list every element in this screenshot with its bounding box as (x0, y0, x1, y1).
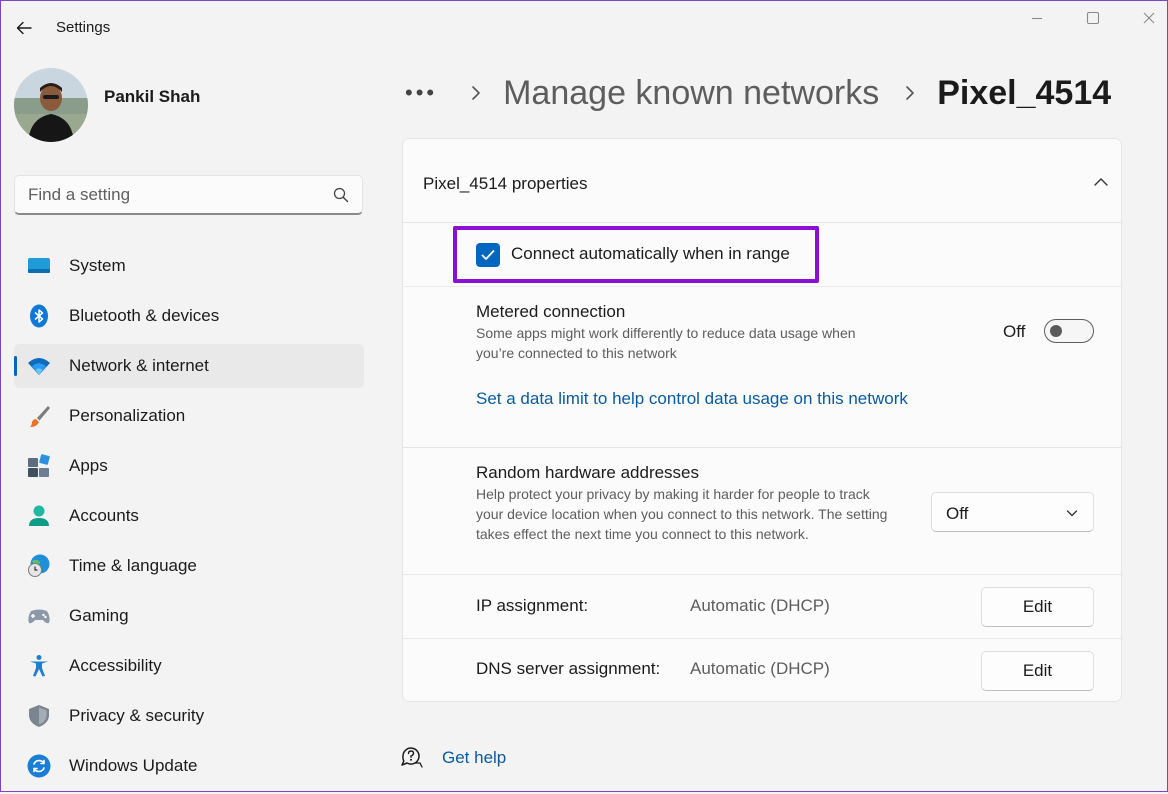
chevron-right-icon (467, 81, 485, 105)
sidebar-item-time-language[interactable]: Time & language (14, 544, 364, 588)
sidebar-nav: System Bluetooth & devices Network & int… (14, 244, 364, 794)
sidebar-item-gaming[interactable]: Gaming (14, 594, 364, 638)
random-hardware-addresses-dropdown[interactable]: Off (931, 492, 1094, 532)
sidebar-item-personalization[interactable]: Personalization (14, 394, 364, 438)
sidebar-item-label: Privacy & security (69, 706, 205, 725)
connect-automatically-checkbox[interactable] (476, 243, 500, 267)
dns-assignment-value: Automatic (DHCP) (690, 659, 830, 678)
dns-assignment-label: DNS server assignment: (476, 659, 661, 678)
get-help-link[interactable]: Get help (442, 748, 506, 768)
back-arrow-icon (16, 21, 32, 35)
sidebar-item-label: Bluetooth & devices (69, 306, 220, 325)
connect-automatically-label[interactable]: Connect automatically when in range (511, 244, 790, 264)
minimize-button[interactable] (1025, 7, 1049, 29)
app-title: Settings (56, 19, 111, 36)
ip-assignment-label: IP assignment: (476, 596, 589, 615)
accessibility-icon (30, 655, 48, 677)
apps-icon (28, 454, 50, 477)
avatar[interactable] (14, 68, 88, 142)
properties-title: Pixel_4514 properties (423, 174, 588, 193)
search-input[interactable] (15, 176, 315, 214)
metered-connection-description: Some apps might work differently to redu… (476, 325, 856, 361)
sidebar-item-label: Accessibility (69, 656, 162, 675)
page-title: Pixel_4514 (937, 73, 1112, 112)
metered-connection-toggle[interactable] (1044, 319, 1094, 343)
monitor-icon (28, 258, 50, 273)
person-icon (29, 505, 49, 526)
chevron-up-icon (1094, 178, 1108, 186)
sidebar-item-label: Apps (69, 456, 108, 475)
sidebar-item-label: Network & internet (69, 356, 209, 375)
close-icon (1143, 12, 1155, 24)
divider (403, 286, 1121, 287)
sidebar-item-privacy-security[interactable]: Privacy & security (14, 694, 364, 738)
search-box[interactable] (14, 175, 363, 215)
wifi-icon (28, 358, 50, 375)
random-hardware-addresses-title: Random hardware addresses (476, 463, 700, 482)
sidebar-item-windows-update[interactable]: Windows Update (14, 744, 364, 788)
metered-connection-title: Metered connection (476, 302, 626, 321)
back-button[interactable] (11, 15, 37, 41)
sidebar-item-label: Time & language (69, 556, 197, 575)
maximize-button[interactable] (1081, 7, 1105, 29)
sidebar-item-apps[interactable]: Apps (14, 444, 364, 488)
close-button[interactable] (1137, 7, 1161, 29)
sidebar-item-accessibility[interactable]: Accessibility (14, 644, 364, 688)
checkmark-icon (481, 250, 495, 260)
set-data-limit-link[interactable]: Set a data limit to help control data us… (476, 389, 908, 409)
shield-icon (29, 705, 49, 727)
properties-header[interactable]: Pixel_4514 properties (403, 139, 1121, 223)
sidebar-item-system[interactable]: System (14, 244, 364, 288)
ip-assignment-value: Automatic (DHCP) (690, 596, 830, 615)
update-icon (27, 754, 51, 778)
divider (403, 638, 1121, 639)
sidebar-item-accounts[interactable]: Accounts (14, 494, 364, 538)
sidebar-item-network[interactable]: Network & internet (14, 344, 364, 388)
collapse-button[interactable] (1081, 169, 1121, 195)
sidebar-item-label: Accounts (69, 506, 139, 525)
globe-clock-icon (28, 554, 50, 577)
bluetooth-icon (30, 304, 48, 328)
sidebar-item-label: Windows Update (69, 756, 198, 775)
divider (403, 447, 1121, 448)
random-hardware-addresses-description: Help protect your privacy by making it h… (476, 486, 888, 542)
chevron-down-icon (1066, 510, 1078, 517)
toggle-knob (1050, 325, 1062, 337)
breadcrumb-overflow-button[interactable]: ••• (405, 80, 437, 106)
sidebar-item-label: Personalization (69, 406, 186, 425)
help-chat-icon (401, 747, 423, 768)
properties-card: Pixel_4514 properties Connect automatica… (402, 138, 1122, 702)
minimize-icon (1032, 17, 1042, 20)
title-bar: Settings (1, 1, 1167, 57)
sidebar-item-label: Gaming (69, 606, 129, 625)
metered-toggle-state: Off (1003, 322, 1026, 341)
breadcrumb: ••• Manage known networks Pixel_4514 (405, 71, 1111, 115)
gamepad-icon (28, 609, 50, 624)
breadcrumb-parent-link[interactable]: Manage known networks (503, 74, 879, 113)
chevron-right-icon (901, 81, 919, 105)
sidebar-item-label: System (69, 256, 126, 275)
dns-edit-button[interactable]: Edit (981, 651, 1094, 691)
dropdown-value: Off (946, 504, 969, 523)
paintbrush-icon (30, 406, 50, 427)
search-icon[interactable] (332, 186, 350, 204)
sidebar-item-bluetooth[interactable]: Bluetooth & devices (14, 294, 364, 338)
divider (403, 574, 1121, 575)
ip-edit-button[interactable]: Edit (981, 587, 1094, 627)
user-name: Pankil Shah (104, 87, 201, 106)
maximize-icon (1086, 11, 1100, 25)
